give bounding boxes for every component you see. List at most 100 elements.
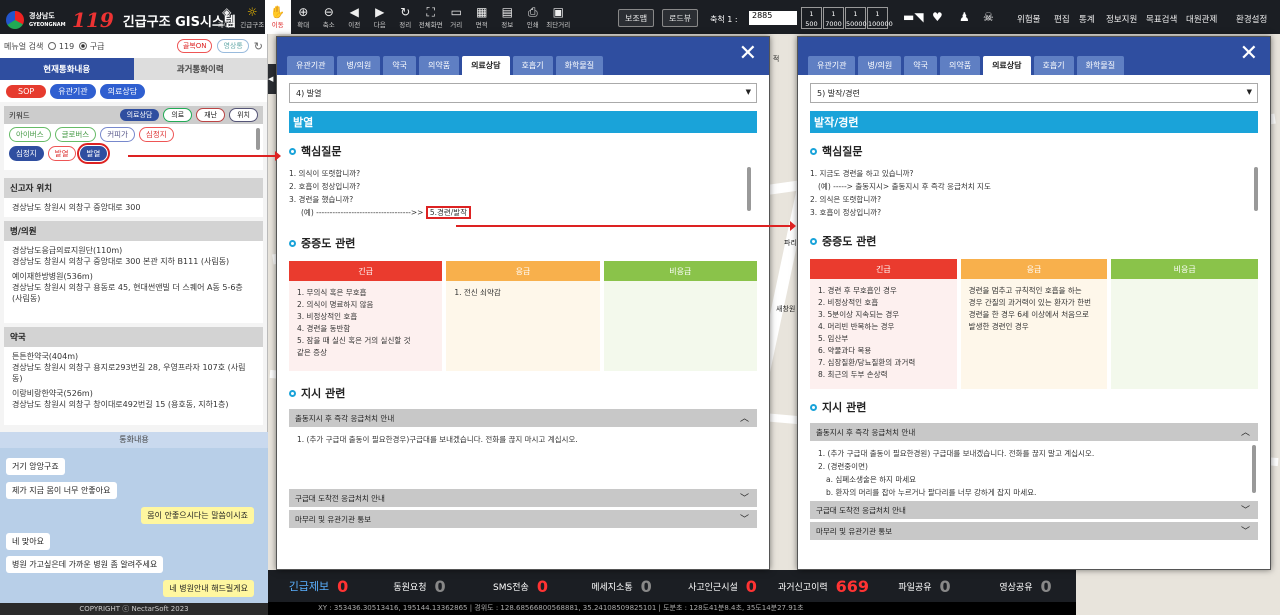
modal-tab[interactable]: 의료상담 bbox=[983, 56, 1031, 75]
status-counter[interactable]: 메세지소통 0 bbox=[571, 577, 672, 596]
scale-50000-button[interactable]: 1 50000 bbox=[845, 7, 867, 29]
call-tabs: 현재통화내용 과거통화이력 bbox=[0, 58, 267, 80]
keyword-chip[interactable]: 발열 bbox=[47, 146, 76, 161]
keyword-scrollbar[interactable] bbox=[256, 128, 260, 150]
scale-500-button[interactable]: 1 500 bbox=[801, 7, 822, 29]
tool-prev-button[interactable]: ◀ 이전 bbox=[342, 0, 368, 34]
status-counter[interactable]: 동원요청 0 bbox=[369, 577, 470, 596]
tool-area-button[interactable]: ▦ 면적 bbox=[469, 0, 495, 34]
broken-heart-icon[interactable]: ♥ bbox=[932, 10, 943, 24]
radio-ambulance[interactable]: 구급 bbox=[79, 41, 104, 52]
accordion-wrapup[interactable]: 마무리 및 유관기관 통보 ﹀ bbox=[289, 510, 757, 528]
tool-bulb-button[interactable]: ☼ 긴급구조 bbox=[240, 0, 266, 34]
tool-zoom-in-button[interactable]: ⊕ 확대 bbox=[291, 0, 317, 34]
tab-current-call[interactable]: 현재통화내용 bbox=[0, 58, 134, 80]
radio-119[interactable]: 119 bbox=[48, 42, 74, 51]
related-agency-button[interactable]: 유관기관 bbox=[50, 83, 96, 99]
tool-layers-button[interactable]: ◈ 레이어 bbox=[214, 0, 240, 34]
menu-info-support[interactable]: 정보지원 bbox=[1106, 13, 1137, 25]
modal-tab[interactable]: 화학물질 bbox=[555, 56, 604, 75]
base-map-button[interactable]: 보조맵 bbox=[618, 9, 655, 27]
tab-call-history[interactable]: 과거통화이력 bbox=[133, 58, 267, 80]
hazard-icon[interactable]: ☠ bbox=[983, 10, 994, 24]
kw-filter-location[interactable]: 위치 bbox=[229, 108, 258, 122]
status-counter[interactable]: 사고인근시설 0 bbox=[672, 577, 773, 596]
road-view-button[interactable]: 로드뷰 bbox=[662, 9, 699, 27]
video-call-chip[interactable]: 영상통 bbox=[217, 39, 249, 53]
tool-zoom-out-button[interactable]: ⊖ 축소 bbox=[316, 0, 342, 34]
tool-next-button[interactable]: ▶ 다음 bbox=[367, 0, 393, 34]
modal-tab[interactable]: 호흡기 bbox=[1033, 56, 1074, 75]
scale-input[interactable]: 2885 bbox=[749, 11, 797, 25]
golden-on-chip[interactable]: 골복ON bbox=[176, 39, 213, 53]
severity-item: 8. 최근의 두부 손상력 bbox=[818, 370, 888, 379]
keyword-chip[interactable]: 커피가 bbox=[100, 127, 135, 142]
symptom-select[interactable]: 4) 발열 ▼ bbox=[289, 83, 757, 103]
modal-tab[interactable]: 유관기관 bbox=[287, 56, 335, 75]
tool-fullscreen-button[interactable]: ⛶ 전체화면 bbox=[418, 0, 444, 34]
status-counter[interactable]: 긴급제보 0 bbox=[268, 577, 369, 596]
status-counter[interactable]: 파일공유 0 bbox=[874, 577, 975, 596]
seizure-link[interactable]: 5.경련/발작 bbox=[425, 206, 472, 219]
instruction-scrollbar[interactable] bbox=[1252, 445, 1256, 493]
status-counter[interactable]: SMS전송 0 bbox=[470, 577, 571, 596]
questions-scrollbar[interactable] bbox=[747, 167, 751, 211]
accordion-pre-arrival[interactable]: 구급대 도착전 응급처치 안내 ﹀ bbox=[810, 501, 1258, 519]
tool-ruler-button[interactable]: ▭ 거리 bbox=[444, 0, 470, 34]
scale-100000-button[interactable]: 1 100000 bbox=[867, 7, 893, 29]
tool-route-button[interactable]: ▣ 최단거리 bbox=[546, 0, 572, 34]
menu-crew-control[interactable]: 대원관제 bbox=[1186, 13, 1217, 25]
accordion-pre-arrival[interactable]: 구급대 도착전 응급처치 안내 ﹀ bbox=[289, 489, 757, 507]
menu-stats[interactable]: 통계 bbox=[1079, 13, 1095, 25]
layers-icon: ◈ bbox=[222, 4, 232, 19]
modal-tab[interactable]: 의약품 bbox=[939, 56, 981, 75]
keyword-chip[interactable]: 글로버스 bbox=[54, 127, 97, 142]
keyword-chip[interactable]: 심정지 bbox=[9, 146, 44, 161]
firefighter-icon[interactable]: ♟ bbox=[959, 10, 970, 24]
modal-tab[interactable]: 의료상담 bbox=[462, 56, 510, 75]
refresh-icon[interactable]: ↻ bbox=[254, 40, 263, 53]
keyword-chip[interactable]: 아이버스 bbox=[9, 127, 51, 142]
tool-print-button[interactable]: ⎙ 인쇄 bbox=[520, 0, 546, 34]
scale-7000-button[interactable]: 1 7000 bbox=[823, 7, 844, 29]
menu-target-search[interactable]: 목표검색 bbox=[1146, 13, 1177, 25]
modal-tab[interactable]: 화학물질 bbox=[1076, 56, 1125, 75]
keyword-chip-fever-selected[interactable]: 발열 bbox=[76, 143, 111, 164]
modal-tab[interactable]: 약국 bbox=[383, 56, 416, 75]
keyword-chip[interactable]: 심정지 bbox=[138, 127, 174, 142]
cctv-icon[interactable]: ▬◥ bbox=[903, 10, 924, 24]
modal-tab[interactable]: 의약품 bbox=[418, 56, 460, 75]
collapse-panel-icon[interactable]: ◀ bbox=[268, 64, 276, 94]
kw-filter-consult[interactable]: 의료상담 bbox=[119, 109, 160, 121]
medical-consult-button[interactable]: 의료상담 bbox=[99, 83, 146, 99]
modal-tab[interactable]: 병/의원 bbox=[337, 56, 381, 75]
accordion-dispatch-first-aid[interactable]: 출동지시 후 즉각 응급처치 안내 ︿ bbox=[810, 423, 1258, 441]
list-item[interactable]: 예이재한방병원(536m) 경상남도 창원시 의창구 용동로 45, 현대썬앤빌 … bbox=[12, 271, 255, 304]
menu-hazmat[interactable]: 위험물 bbox=[1017, 13, 1040, 25]
close-icon[interactable]: ✕ bbox=[739, 41, 757, 66]
kw-filter-disaster[interactable]: 재난 bbox=[196, 108, 226, 122]
questions-scrollbar[interactable] bbox=[1254, 167, 1258, 211]
menu-settings[interactable]: 환경설정 bbox=[1236, 13, 1267, 25]
menu-edit[interactable]: 편집 bbox=[1054, 13, 1070, 25]
list-item[interactable]: 튼튼한약국(404m) 경상남도 창원시 의창구 용지로293번길 28, 우영프… bbox=[12, 351, 255, 384]
left-panel: 메뉴얼 검색 119 구급 골복ON 영상통 ↻ 현재통화내용 과거통화이력 S… bbox=[0, 34, 268, 615]
sop-button[interactable]: SOP bbox=[6, 84, 47, 98]
list-item[interactable]: 경상남도응급의료지원단(110m) 경상남도 창원시 의창구 중앙대로 300 본… bbox=[12, 245, 255, 267]
symptom-select[interactable]: 5) 발작/경련 ▼ bbox=[810, 83, 1258, 103]
kw-filter-medical[interactable]: 의료 bbox=[163, 108, 193, 122]
accordion-wrapup[interactable]: 마무리 및 유관기관 통보 ﹀ bbox=[810, 522, 1258, 540]
status-counter[interactable]: 영상공유 0 bbox=[975, 577, 1076, 596]
close-icon[interactable]: ✕ bbox=[1240, 41, 1258, 66]
modal-tab[interactable]: 유관기관 bbox=[808, 56, 856, 75]
tool-label: 전체화면 bbox=[418, 20, 443, 29]
modal-tab[interactable]: 호흡기 bbox=[512, 56, 553, 75]
modal-tab[interactable]: 병/의원 bbox=[858, 56, 902, 75]
tool-refresh-button[interactable]: ↻ 정리 bbox=[393, 0, 419, 34]
accordion-dispatch-first-aid[interactable]: 출동지시 후 즉각 응급처치 안내 ︿ bbox=[289, 409, 757, 427]
tool-info-button[interactable]: ▤ 정보 bbox=[495, 0, 521, 34]
status-counter[interactable]: 과거신고이력 669 bbox=[773, 577, 874, 596]
list-item[interactable]: 이랑비랑한약국(526m) 경상남도 창원시 의창구 창이대로492번길 15 (… bbox=[12, 388, 255, 410]
tool-hand-button[interactable]: ✋ 이동 bbox=[265, 0, 291, 34]
modal-tab[interactable]: 약국 bbox=[904, 56, 937, 75]
